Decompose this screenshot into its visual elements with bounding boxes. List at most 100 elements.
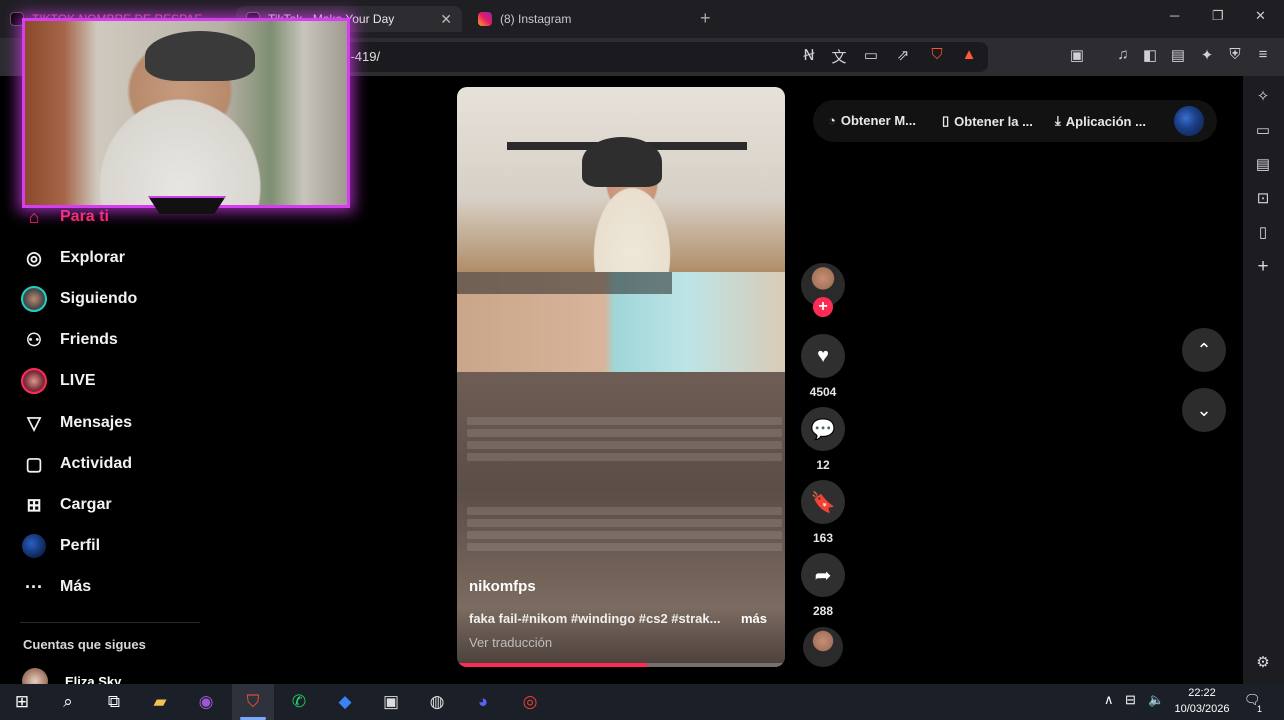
share-button[interactable]: ➦ [801,553,845,597]
wallet-sidebar-icon[interactable]: ▤ [1252,155,1274,173]
windows-start-icon[interactable]: ⊞ [8,689,36,715]
minimize-button[interactable]: ─ [1170,8,1179,23]
chevron-up-icon: ⌃ [1196,339,1212,360]
chrome-icon[interactable]: ◎ [516,689,544,715]
header-item-label: Aplicación ... [1065,113,1146,129]
recorder-icon[interactable]: ◍ [423,689,451,715]
tab-instagram[interactable]: (8) Instagram [468,6,688,32]
get-coins-button[interactable]: ◔ Obtener M... [828,113,916,128]
media-icon[interactable]: ▭ [1252,121,1274,139]
file-explorer-icon[interactable]: ▰ [146,689,174,715]
video-headset [582,137,662,187]
nav-label: Perfil [60,537,101,554]
close-window-button[interactable]: ✕ [1255,8,1266,24]
scoreboard-row [467,507,782,515]
reading-list-icon[interactable]: ▯ [1252,223,1274,241]
previous-video-button[interactable]: ⌃ [1182,328,1226,372]
nav-label: Explorar [60,249,125,266]
music-icon[interactable]: ♫ [1112,46,1134,63]
leo-sidebar-icon[interactable]: ✧ [1252,87,1274,105]
plus-square-icon: ⊞ [26,494,42,515]
translate-link[interactable]: Ver traducción [469,635,552,650]
follow-button[interactable]: + [813,297,833,317]
scoreboard-row [467,519,782,527]
cast-icon[interactable]: ▭ [860,46,882,64]
nav-siguiendo[interactable]: Siguiendo [20,284,137,314]
live-icon [20,367,48,395]
scoreboard-row [467,543,782,551]
video-progress-bar[interactable] [457,663,785,667]
volume-icon[interactable]: 🔈 [1148,692,1164,708]
clock-date[interactable]: 10/03/2026 [1170,703,1234,715]
discord-icon[interactable]: ◕ [469,689,497,715]
like-count: 4504 [809,385,837,399]
menu-icon[interactable]: ≡ [1252,46,1274,63]
close-tab-icon[interactable]: ✕ [440,11,452,28]
comment-button[interactable]: 💬 [801,407,845,451]
network-icon[interactable]: ⊟ [1125,692,1136,708]
divider [20,622,200,623]
nav-cargar[interactable]: ⊞ Cargar [20,490,111,520]
nav-actividad[interactable]: ▢ Actividad [20,449,132,479]
friends-icon: ⚇ [25,329,43,350]
video-player[interactable]: nikomfps faka fail-#nikom #windingo #cs2… [457,87,785,667]
reader-icon[interactable]: Ꞥ [798,46,820,64]
add-sidebar-icon[interactable]: + [1252,256,1274,278]
app-diamond-icon[interactable]: ◆ [331,689,359,715]
send-icon: ▽ [27,412,41,433]
clock-time[interactable]: 22:22 [1174,687,1230,699]
next-video-button[interactable]: ⌄ [1182,388,1226,432]
sidebar-icon[interactable]: ◧ [1139,46,1161,64]
nav-friends[interactable]: ⚇ Friends [20,325,118,355]
scoreboard-row [467,453,782,461]
sound-avatar[interactable] [803,627,843,667]
message-square-icon: ▢ [25,453,43,474]
twitch-icon[interactable]: ◉ [192,689,220,715]
comment-icon: 💬 [810,418,836,441]
whatsapp-icon[interactable]: ✆ [285,689,313,715]
nav-mensajes[interactable]: ▽ Mensajes [20,408,132,438]
nav-mas[interactable]: ··· Más [20,572,91,602]
tray-chevron-icon[interactable]: ∧ [1104,692,1114,708]
download-app-button[interactable]: ⤓ Aplicación ... [1055,113,1146,129]
caption-more-link[interactable]: más [741,611,767,626]
brave-shield-icon[interactable]: ⛉ [926,46,948,63]
coin-icon: ◔ [828,113,836,128]
download-icon: ⤓ [1055,113,1061,128]
brave-rewards-icon[interactable]: ▲ [958,46,980,63]
settings-icon[interactable]: ⚙ [1252,653,1274,671]
get-app-button[interactable]: ▯ Obtener la ... [942,113,1033,129]
leo-icon[interactable]: ✦ [1196,46,1218,64]
nav-perfil[interactable]: Perfil [20,531,100,561]
scoreboard-row [467,417,782,425]
save-count: 163 [812,531,834,545]
new-tab-button[interactable]: + [700,8,711,29]
following-title: Cuentas que sigues [23,637,146,652]
nav-label: Siguiendo [60,290,138,307]
chevron-down-icon: ⌄ [1196,399,1212,420]
nav-explorar[interactable]: ◎ Explorar [20,243,125,273]
nav-live[interactable]: LIVE [20,366,96,396]
address-bar[interactable] [320,42,988,72]
share-arrow-icon: ➦ [814,564,832,587]
vpn-icon[interactable]: ⛨ [1224,46,1246,63]
task-view-icon[interactable]: ⧉ [100,689,128,715]
compass-icon: ◎ [26,247,42,268]
save-button[interactable]: 🔖 [801,480,845,524]
header-item-label: Obtener M... [840,113,916,128]
phone-icon: ▯ [942,113,950,128]
instagram-icon [478,12,492,26]
obs-icon[interactable]: ▣ [377,689,405,715]
search-icon[interactable]: ⌕ [54,689,82,715]
maximize-button[interactable]: ❐ [1212,8,1224,24]
translate-icon[interactable]: 文 [828,46,850,67]
video-author[interactable]: nikomfps [469,578,536,595]
wallet-icon[interactable]: ▤ [1167,46,1189,64]
share-icon[interactable]: ⇗ [892,46,914,64]
like-button[interactable]: ♥ [801,334,845,378]
comment-count: 12 [816,458,830,472]
brave-browser-icon[interactable]: ⛉ [239,689,267,715]
tabs-icon[interactable]: ▣ [1066,46,1088,64]
bookmarks-icon[interactable]: ⊡ [1252,189,1274,207]
profile-avatar[interactable] [1174,106,1204,136]
